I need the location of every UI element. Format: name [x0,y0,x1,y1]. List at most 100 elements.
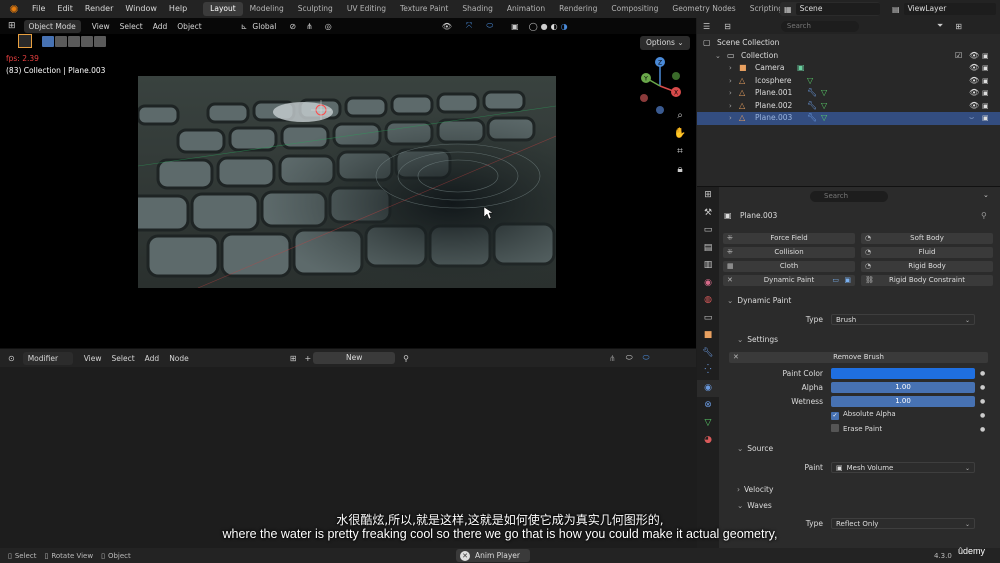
keyframe-dot-icon[interactable]: ● [980,412,985,419]
outliner-row-collection[interactable]: ⌄ ▭ Collection ☑ 👁 ▣ [697,50,1000,63]
outliner-editor-icon[interactable]: ☰ [703,22,710,31]
node-overlay-icon[interactable]: ⬭ [626,353,633,363]
tab-uv-editing[interactable]: UV Editing [340,2,393,16]
outliner-row-plane-002[interactable]: › △ Plane.002 🔧︎ ▽ 👁 ▣ [697,100,1000,113]
outliner-search-input[interactable]: Search [780,20,859,32]
anim-player-button[interactable]: ✕ Anim Player [456,549,530,562]
object-tab-icon[interactable]: ■ [697,327,719,345]
node-menu-select[interactable]: Select [107,352,140,365]
options-dropdown[interactable]: Options ⌄ [640,36,690,50]
render-camera-icon[interactable]: ▣ [982,75,989,88]
3d-viewport[interactable]: ⊞ Object Mode View Select Add Object ⊾ G… [0,18,696,348]
new-collection-icon[interactable]: ⊞ [955,22,962,31]
paint-source-dropdown[interactable]: ▣ Mesh Volume ⌄ [831,462,975,473]
viewport-menu-object[interactable]: Object [172,20,206,33]
select-extend-icon[interactable] [55,35,67,47]
wetness-slider[interactable]: 1.00 [831,396,975,407]
select-new-icon[interactable] [42,35,54,47]
keyframe-dot-icon[interactable]: ● [980,398,985,405]
node-menu-view[interactable]: View [79,352,107,365]
modifier-tab-icon[interactable]: 🔧︎ [697,345,719,363]
soft-body-button[interactable]: ◔ Soft Body [861,233,993,244]
view-layer-field[interactable]: ViewLayer [903,3,996,15]
render-camera-icon[interactable]: ▣ [982,112,989,125]
render-camera-icon[interactable]: ▣ [982,62,989,75]
new-node-tree-button[interactable]: New [313,352,396,364]
pivot-icon[interactable]: ⊘ [289,22,296,31]
rigid-body-constraint-button[interactable]: ⛓ Rigid Body Constraint [861,275,993,286]
chevron-down-icon[interactable]: ⌄ [715,50,721,63]
snap-icon[interactable]: ⋔ [306,22,313,31]
menu-window[interactable]: Window [119,0,163,18]
tab-texture-paint[interactable]: Texture Paint [393,2,455,16]
blender-logo-icon[interactable]: ✺ [6,1,22,17]
viewport-display-icon[interactable]: ▭ [832,275,839,286]
properties-search-input[interactable]: Search [810,191,888,202]
chevron-right-icon[interactable]: › [729,87,732,100]
tab-modeling[interactable]: Modeling [243,2,291,16]
waves-panel-header[interactable]: ⌄ Waves [737,501,772,510]
chevron-right-icon[interactable]: › [729,62,732,75]
data-tab-icon[interactable]: ▽ [697,415,719,433]
select-subtract-icon[interactable] [68,35,80,47]
absolute-alpha-checkbox[interactable]: ✓ Absolute Alpha [831,410,896,420]
node-menu-node[interactable]: Node [164,352,194,365]
tool-tab-icon[interactable]: ⚒ [697,205,719,223]
material-tab-icon[interactable]: ◕ [697,432,719,450]
tab-compositing[interactable]: Compositing [604,2,665,16]
render-tab-icon[interactable]: ▭ [697,222,719,240]
keyframe-dot-icon[interactable]: ● [980,370,985,377]
eye-icon[interactable]: 👁 [969,87,979,100]
render-camera-icon[interactable]: ▣ [982,87,989,100]
chevron-right-icon[interactable]: › [729,75,732,88]
tab-sculpting[interactable]: Sculpting [291,2,340,16]
shading-wireframe-icon[interactable]: ◯ [529,22,538,31]
dynamic-paint-button[interactable]: ✕ Dynamic Paint ▭ ▣ [723,275,855,286]
collision-button[interactable]: ⁜ Collision [723,247,855,258]
checkbox-icon[interactable]: ☑ [955,50,962,63]
outliner-row-icosphere[interactable]: › △ Icosphere ▽ 👁 ▣ [697,75,1000,88]
collection-tab-icon[interactable]: ▭ [697,310,719,328]
zoom-icon[interactable]: ⌕ [672,108,688,124]
scene-selector[interactable]: ▦ Scene [780,2,880,16]
menu-help[interactable]: Help [163,0,193,18]
properties-options-icon[interactable]: ⌄ [983,191,989,199]
eye-icon[interactable]: 👁 [969,75,979,88]
velocity-panel-header[interactable]: › Velocity [737,485,773,494]
tab-animation[interactable]: Animation [500,2,552,16]
close-icon[interactable]: ✕ [727,275,733,286]
proportional-edit-icon[interactable]: ◎ [325,22,332,31]
render-camera-icon[interactable]: ▣ [982,100,989,113]
physics-tab-icon[interactable]: ◉ [697,379,719,397]
viewport-menu-select[interactable]: Select [115,20,148,33]
select-intersect-icon[interactable] [81,35,93,47]
rigid-body-button[interactable]: ◔ Rigid Body [861,261,993,272]
chevron-right-icon[interactable]: › [729,100,732,113]
alpha-slider[interactable]: 1.00 [831,382,975,393]
menu-render[interactable]: Render [79,0,119,18]
filter-icon[interactable]: ⏷ [937,21,943,31]
pin-icon[interactable]: ⚲ [981,211,987,220]
xray-toggle-icon[interactable]: ▣ [511,22,519,31]
pan-hand-icon[interactable]: ✋ [672,126,688,142]
editor-type-icon[interactable]: ⊞ [697,187,719,205]
erase-paint-checkbox[interactable]: Erase Paint [831,424,882,433]
eye-icon[interactable]: 👁 [969,50,979,63]
lock-icon[interactable]: 🔒︎ [672,162,688,178]
outliner-row-plane-003[interactable]: › △ Plane.003 🔧︎ ▽ ⌣ ▣ [697,112,1000,125]
settings-panel-header[interactable]: ⌄ Settings [737,335,778,344]
view-layer-selector[interactable]: ▤ ViewLayer [892,2,996,16]
dynamic-paint-panel-header[interactable]: ⌄ Dynamic Paint [727,296,791,305]
select-tool-icon[interactable] [18,34,32,48]
menu-file[interactable]: File [26,0,51,18]
node-snap-icon[interactable]: ⋔ [609,354,616,363]
node-menu-add[interactable]: Add [140,352,165,365]
eye-icon[interactable]: 👁 [969,100,979,113]
node-gizmo-icon[interactable]: ⬭ [643,353,650,363]
modifier-dropdown[interactable]: Modifier [22,351,73,365]
transform-orientation-dropdown[interactable]: Global [247,20,281,33]
keyframe-dot-icon[interactable]: ● [980,426,985,433]
render-display-icon[interactable]: ▣ [844,275,851,286]
tab-layout[interactable]: Layout [203,2,243,16]
tab-shading[interactable]: Shading [455,2,499,16]
